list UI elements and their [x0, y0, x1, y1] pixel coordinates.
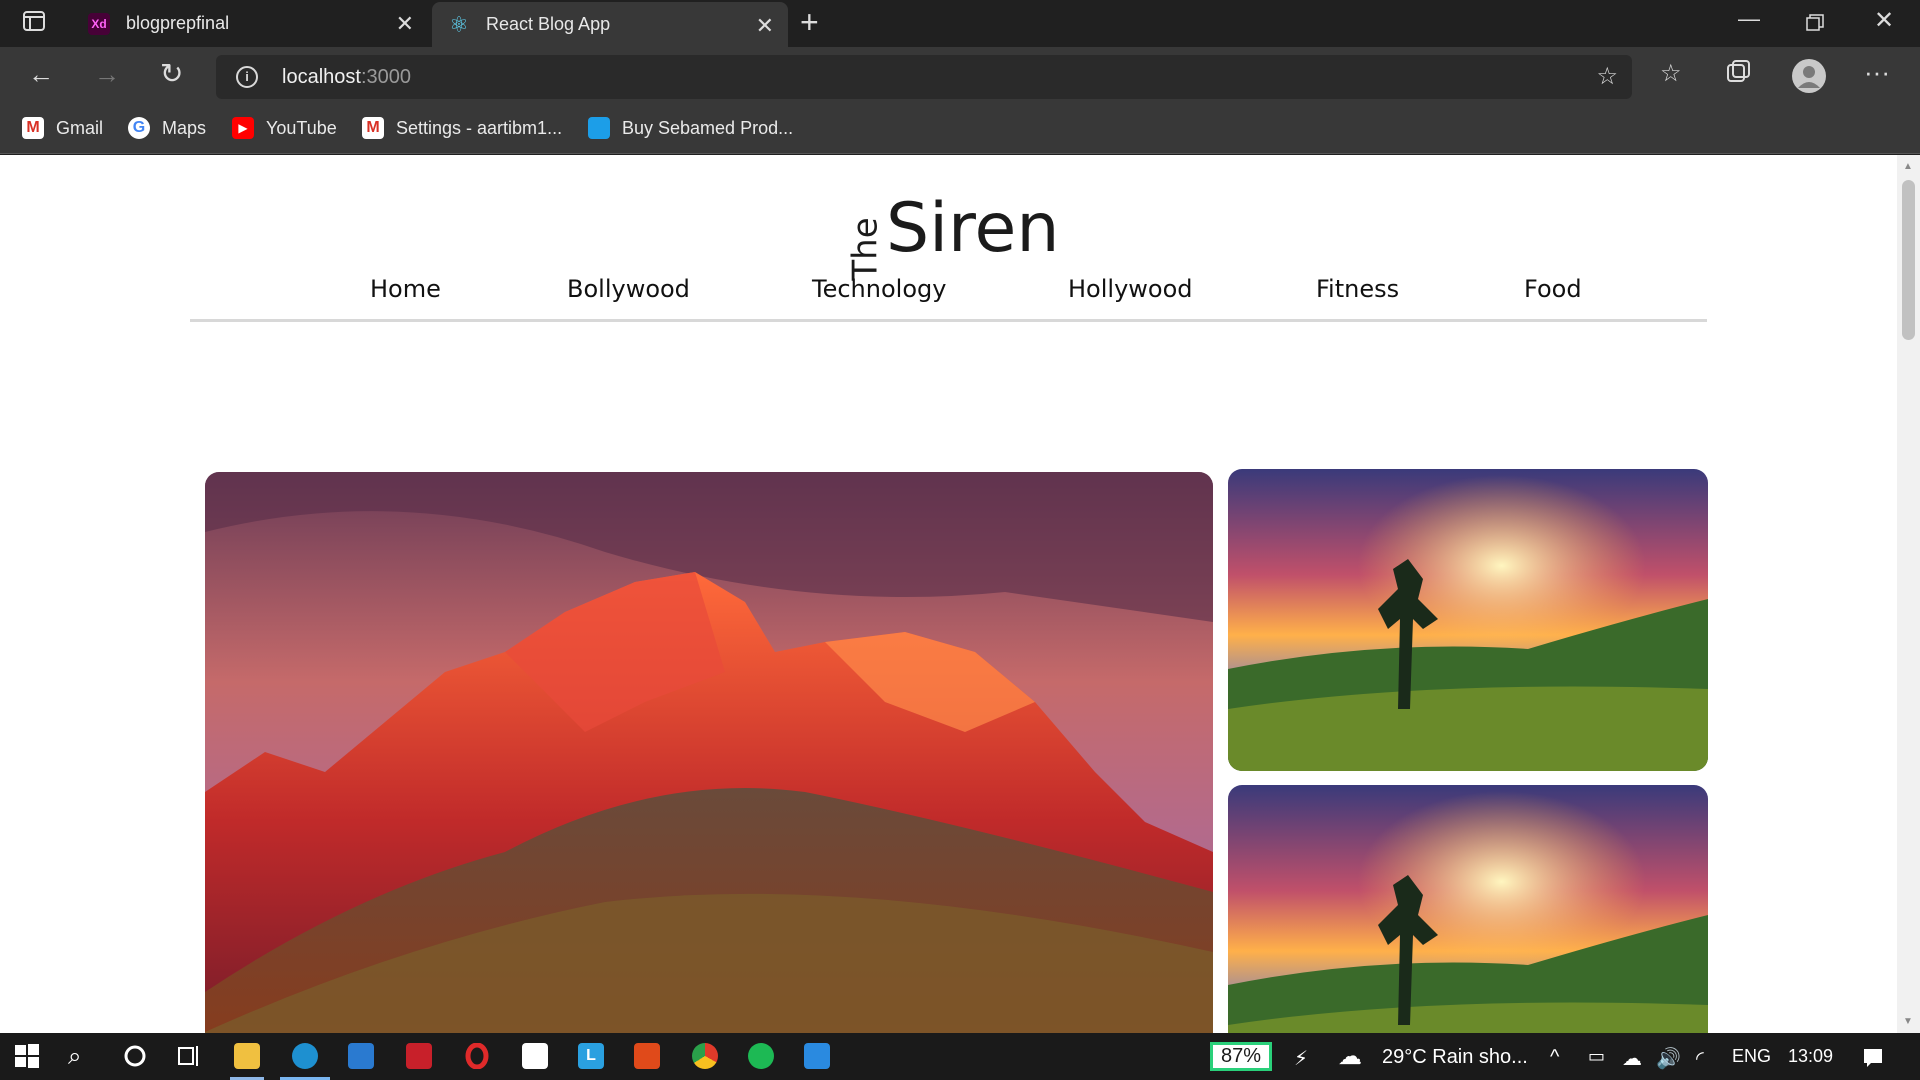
edge-icon[interactable] [292, 1043, 318, 1069]
restore-icon[interactable] [1806, 8, 1824, 39]
weather-text[interactable]: 29°C Rain sho... [1382, 1046, 1528, 1069]
clock[interactable]: 13:09 [1788, 1046, 1833, 1067]
bookmark-maps[interactable]: G Maps [128, 117, 206, 139]
web-page: The Siren Home Bollywood Technology Holl… [0, 155, 1897, 1033]
browser-toolbar: ← → ↻ i localhost:3000 ☆ ☆ ··· [0, 47, 1920, 107]
tab-title: React Blog App [486, 14, 611, 34]
spotify-icon[interactable] [748, 1043, 774, 1069]
show-hidden-icons[interactable]: ^ [1550, 1046, 1559, 1069]
nav-hollywood[interactable]: Hollywood [1068, 275, 1193, 303]
profile-avatar[interactable] [1792, 59, 1826, 100]
language-indicator[interactable]: ENG [1732, 1046, 1771, 1067]
weather-icon[interactable]: ☁ [1338, 1042, 1362, 1071]
volume-icon[interactable]: 🔊 [1656, 1046, 1681, 1071]
tab-react-blog-app[interactable]: ⚛ React Blog App ✕ [432, 2, 788, 47]
bookmarks-bar: M Gmail G Maps ▶ YouTube M Settings - aa… [0, 107, 1920, 154]
notifications-icon[interactable] [1862, 1046, 1884, 1074]
tab-actions-icon[interactable] [22, 9, 46, 40]
bookmark-settings[interactable]: M Settings - aartibm1... [362, 117, 562, 139]
battery-percent: 87% [1221, 1045, 1262, 1067]
close-window-icon[interactable]: ✕ [1874, 6, 1894, 35]
store-icon [588, 117, 610, 139]
cortana-icon[interactable] [122, 1043, 148, 1069]
mail-icon[interactable] [348, 1043, 374, 1069]
page-scrollbar[interactable]: ▲ ▼ [1897, 155, 1920, 1033]
nav-bollywood[interactable]: Bollywood [567, 275, 690, 303]
close-icon[interactable]: ✕ [396, 11, 414, 37]
url-text[interactable]: localhost:3000 [282, 66, 411, 89]
task-view-icon[interactable] [176, 1043, 202, 1069]
chrome-icon[interactable] [692, 1043, 718, 1069]
nav-food[interactable]: Food [1524, 275, 1582, 303]
scroll-down-icon[interactable]: ▼ [1903, 1016, 1913, 1027]
close-icon[interactable]: ✕ [756, 13, 774, 39]
react-icon: ⚛ [449, 11, 469, 37]
add-favorite-icon[interactable]: ☆ [1596, 62, 1618, 91]
adobe-xd-icon: Xd [88, 12, 110, 35]
vscode-icon[interactable] [804, 1043, 830, 1069]
address-bar[interactable]: i localhost:3000 ☆ [216, 55, 1632, 99]
wifi-icon[interactable]: ◜ [1696, 1046, 1704, 1071]
refresh-icon[interactable]: ↻ [160, 57, 183, 90]
windows-start-icon[interactable] [14, 1043, 40, 1069]
tab-blogprepfinal[interactable]: Xd blogprepfinal ✕ [72, 0, 428, 47]
bookmark-youtube[interactable]: ▶ YouTube [232, 117, 337, 139]
featured-post-image[interactable] [205, 472, 1213, 1033]
favorites-icon[interactable]: ☆ [1660, 59, 1682, 88]
collections-icon[interactable] [1726, 59, 1752, 92]
onedrive-icon[interactable]: ☁ [1622, 1046, 1642, 1071]
gmail-icon: M [22, 117, 44, 139]
charging-icon: ⚡ [1294, 1048, 1309, 1070]
info-icon[interactable]: i [236, 66, 258, 88]
post-thumbnail-1[interactable] [1228, 469, 1708, 771]
file-explorer-icon[interactable] [234, 1043, 260, 1069]
main-nav: Home Bollywood Technology Hollywood Fitn… [190, 250, 1707, 322]
battery-indicator[interactable]: 87% [1210, 1042, 1273, 1071]
nav-technology[interactable]: Technology [812, 275, 946, 303]
opera-icon[interactable] [464, 1042, 490, 1070]
tab-title: blogprepfinal [126, 13, 230, 33]
gmail-icon: M [362, 117, 384, 139]
back-icon[interactable]: ← [28, 59, 54, 90]
mcafee-icon[interactable] [406, 1043, 432, 1069]
notepad-icon[interactable] [522, 1043, 548, 1069]
tab-bar: Xd blogprepfinal ✕ ⚛ React Blog App ✕ + … [0, 0, 1920, 47]
office-icon[interactable] [634, 1043, 660, 1069]
nav-home[interactable]: Home [370, 275, 441, 303]
l-app-icon[interactable]: L [578, 1043, 604, 1069]
post-thumbnail-2[interactable] [1228, 785, 1708, 1033]
forward-icon[interactable]: → [94, 59, 120, 90]
new-tab-button[interactable]: + [800, 4, 819, 41]
youtube-icon: ▶ [232, 117, 254, 139]
search-icon[interactable]: ⌕ [68, 1043, 94, 1070]
meet-now-icon[interactable]: ▭ [1588, 1046, 1605, 1067]
nav-fitness[interactable]: Fitness [1316, 275, 1399, 303]
minimize-icon[interactable]: — [1738, 6, 1760, 32]
scroll-thumb[interactable] [1902, 180, 1915, 340]
bookmark-sebamed[interactable]: Buy Sebamed Prod... [588, 117, 793, 139]
google-icon: G [128, 117, 150, 139]
more-menu-icon[interactable]: ··· [1864, 57, 1890, 88]
scroll-up-icon[interactable]: ▲ [1903, 161, 1913, 172]
windows-taskbar: ⌕ L 87% ⚡ ☁ 29°C Rain sho... ^ ▭ ☁ 🔊 ◜ E… [0, 1033, 1920, 1080]
bookmark-gmail[interactable]: M Gmail [22, 117, 103, 139]
